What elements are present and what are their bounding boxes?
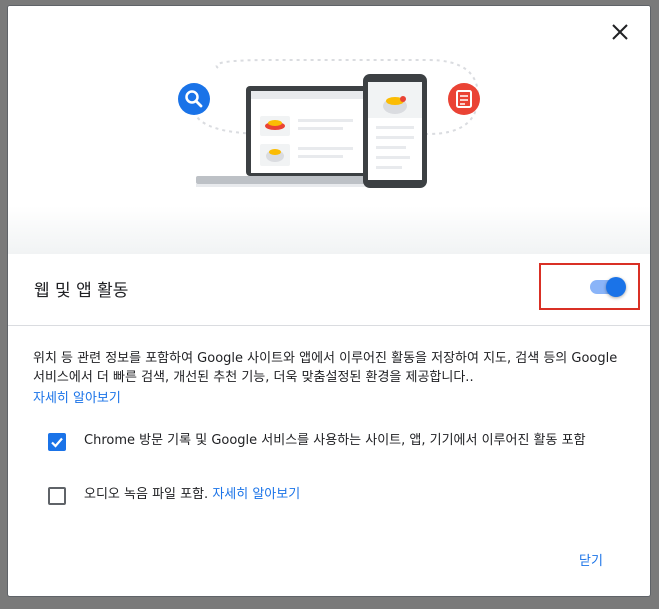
section-title: 웹 및 앱 활동 (34, 281, 129, 301)
phone-illustration (363, 74, 427, 188)
audio-label: 오디오 녹음 파일 포함. (84, 487, 209, 502)
activity-toggle[interactable] (590, 277, 626, 297)
description-text: 위치 등 관련 정보를 포함하여 Google 사이트와 앱에서 이루어진 활동… (33, 351, 618, 385)
toggle-highlight-box (539, 263, 640, 310)
chrome-history-checkbox[interactable] (48, 433, 66, 451)
search-icon (178, 83, 210, 115)
web-app-activity-dialog: 웹 및 앱 활동 위치 등 관련 정보를 포함하여 Google 사이트와 앱에… (8, 6, 650, 596)
close-icon[interactable] (608, 20, 632, 44)
audio-checkbox[interactable] (48, 487, 66, 505)
checkmark-icon (51, 437, 63, 448)
toggle-knob (606, 277, 626, 297)
document-icon (448, 83, 480, 115)
laptop-illustration (196, 86, 374, 187)
hero-illustration (8, 6, 650, 254)
divider (8, 325, 650, 326)
audio-label-wrap: 오디오 녹음 파일 포함. 자세히 알아보기 (84, 485, 624, 504)
learn-more-link[interactable]: 자세히 알아보기 (33, 389, 121, 408)
close-button[interactable]: 닫기 (579, 550, 603, 569)
chrome-history-label: Chrome 방문 기록 및 Google 서비스를 사용하는 사이트, 앱, … (84, 433, 586, 448)
audio-learn-more-link[interactable]: 자세히 알아보기 (212, 487, 300, 502)
